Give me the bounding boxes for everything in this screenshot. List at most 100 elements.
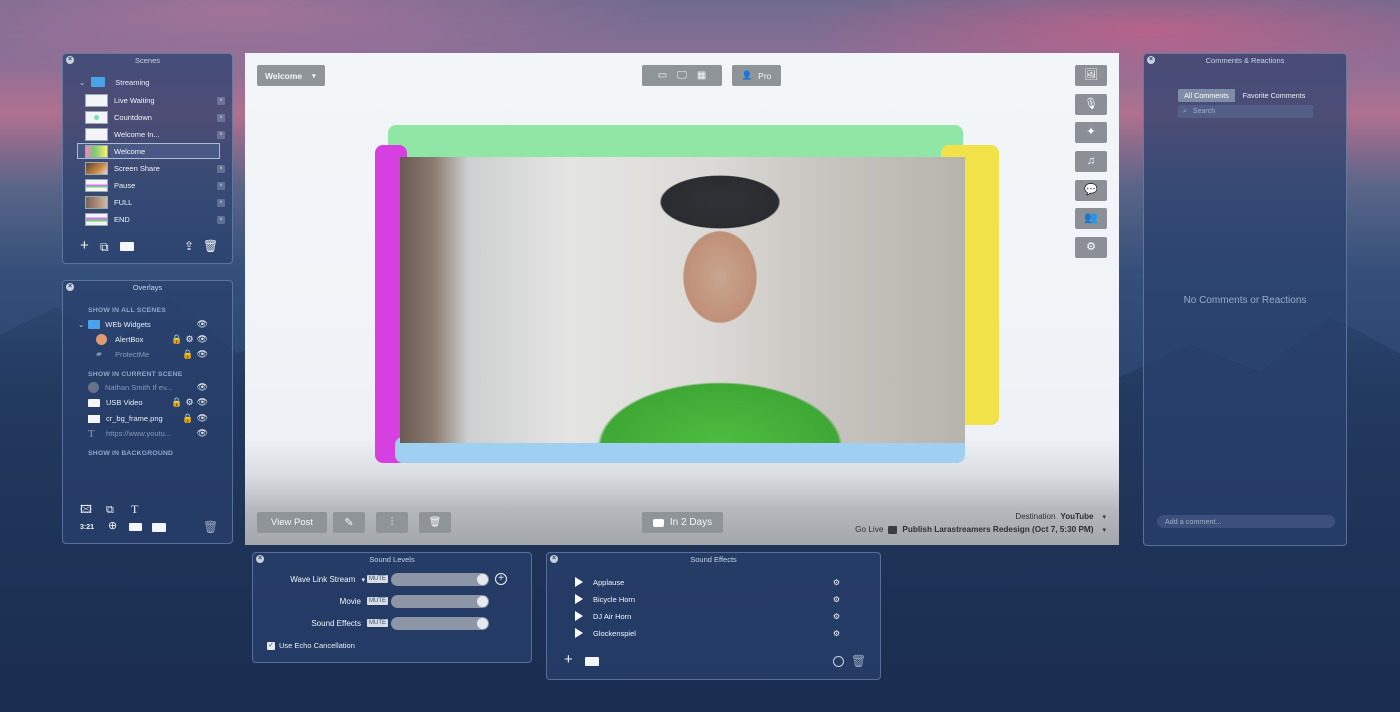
scene-item[interactable]: END × <box>85 212 225 227</box>
scene-select-dropdown[interactable]: Welcome ▾ <box>257 65 325 86</box>
add-sound-icon[interactable]: + <box>564 652 573 667</box>
trash-icon[interactable]: 🗑 <box>203 521 218 533</box>
gear-icon[interactable]: ⚙ <box>833 629 840 638</box>
close-icon[interactable]: × <box>550 555 558 563</box>
eye-icon[interactable]: 👁 <box>197 349 208 360</box>
slider-knob[interactable] <box>477 595 488 607</box>
add-folder-icon[interactable] <box>120 242 134 251</box>
scene-item[interactable]: Welcome In... × <box>85 127 225 142</box>
tab-all-comments[interactable]: All Comments <box>1178 89 1235 102</box>
destination-selector[interactable]: Destination YouTube ▾ <box>1015 512 1106 521</box>
tab-favorite-comments[interactable]: Favorite Comments <box>1235 89 1313 102</box>
sound-effect-item[interactable]: Applause ⚙ <box>575 575 840 589</box>
title-image-tool-icon[interactable]: 🖼 <box>1075 65 1107 86</box>
lock-icon[interactable]: 🔒 <box>182 413 193 424</box>
scene-item[interactable]: Countdown × <box>85 110 225 125</box>
add-scene-icon[interactable]: + <box>80 238 89 253</box>
volume-slider[interactable] <box>391 616 489 630</box>
comments-search[interactable]: ⌕ Search <box>1178 105 1313 118</box>
play-icon[interactable] <box>575 577 583 587</box>
edit-icon[interactable]: ✎ <box>333 512 365 533</box>
audio-mixer-icon[interactable]: 🎙 <box>1075 94 1107 115</box>
mute-button[interactable]: MUTE <box>367 619 388 627</box>
slider-knob[interactable] <box>477 573 488 585</box>
guests-icon[interactable]: 👥 <box>1075 208 1107 229</box>
share-icon[interactable]: ⇪ <box>184 240 194 252</box>
eye-icon[interactable]: 👁 <box>197 413 208 424</box>
overlay-item[interactable]: T https://www.youtu... <box>88 427 171 440</box>
add-source-icon[interactable]: + <box>495 573 507 585</box>
eye-icon[interactable]: 👁 <box>197 319 208 330</box>
go-live-selector[interactable]: Go Live Publish Larastreamers Redesign (… <box>855 525 1106 534</box>
scene-item[interactable]: Screen Share × <box>85 161 225 176</box>
gear-icon[interactable]: ⚙ <box>833 595 840 604</box>
view-post-button[interactable]: View Post <box>257 512 327 533</box>
close-icon[interactable]: × <box>1147 56 1155 64</box>
scene-remove-icon[interactable]: × <box>217 215 225 224</box>
add-folder-icon[interactable] <box>152 523 166 532</box>
scene-item[interactable]: Pause × <box>85 178 225 193</box>
chevron-down-icon[interactable]: ⌄ <box>78 320 84 329</box>
ratio-label[interactable]: 3:21 <box>80 522 94 534</box>
add-camera-icon[interactable] <box>129 523 142 531</box>
close-icon[interactable]: × <box>66 283 74 291</box>
play-icon[interactable] <box>575 594 583 604</box>
scene-item[interactable]: FULL × <box>85 195 225 210</box>
eye-icon[interactable]: 👁 <box>197 334 208 345</box>
echo-cancellation-toggle[interactable]: ✓ Use Echo Cancellation <box>267 641 355 650</box>
play-icon[interactable] <box>575 611 583 621</box>
add-comment-input[interactable]: Add a comment... <box>1157 515 1335 528</box>
lock-icon[interactable]: 🔒 <box>182 349 193 360</box>
chevron-down-icon[interactable]: ⌄ <box>79 78 85 87</box>
overlay-item[interactable]: cr_bg_frame.png <box>88 412 163 425</box>
duplicate-scene-icon[interactable]: ⧉ <box>100 241 109 253</box>
music-playlist-icon[interactable]: ♫ <box>1075 151 1107 172</box>
gear-icon[interactable]: ⚙ <box>833 612 840 621</box>
volume-slider[interactable] <box>391 594 489 608</box>
gear-icon[interactable]: ⚙ <box>185 397 193 408</box>
overlay-item[interactable]: Nathan Smith If ev... <box>88 381 172 394</box>
gear-icon[interactable]: ⚙ <box>185 334 193 345</box>
add-text-icon[interactable]: T <box>131 503 138 515</box>
scene-remove-icon[interactable]: × <box>217 130 225 139</box>
overlay-folder[interactable]: ⌄ WEb Widgets <box>78 318 151 331</box>
monitor-view-icon[interactable]: 🖵 <box>677 70 687 81</box>
scenes-folder[interactable]: ⌄ Streaming <box>79 77 149 87</box>
stop-icon[interactable] <box>833 656 844 667</box>
scene-remove-icon[interactable]: × <box>217 164 225 173</box>
add-image-icon[interactable]: 🖾 <box>80 504 92 516</box>
sound-effect-item[interactable]: Glockenspiel ⚙ <box>575 626 840 640</box>
schedule-button[interactable]: In 2 Days <box>642 512 723 533</box>
lock-icon[interactable]: 🔒 <box>171 334 182 345</box>
gear-icon[interactable]: ⚙ <box>833 578 840 587</box>
scene-item[interactable]: Live Waiting × <box>85 93 225 108</box>
trash-icon[interactable]: 🗑 <box>203 240 218 252</box>
eye-icon[interactable]: 👁 <box>197 397 208 408</box>
source-dropdown[interactable]: Wave Link Stream ▾ <box>253 575 367 584</box>
scene-remove-icon[interactable]: × <box>217 198 225 207</box>
trash-icon[interactable]: 🗑 <box>851 655 866 667</box>
close-icon[interactable]: × <box>66 56 74 64</box>
close-icon[interactable]: × <box>256 555 264 563</box>
volume-slider[interactable] <box>391 572 489 586</box>
add-web-icon[interactable]: ⊕ <box>108 520 117 532</box>
magic-wand-icon[interactable]: ✦ <box>1075 122 1107 143</box>
camera-view-icon[interactable]: ▭ <box>658 70 667 81</box>
play-icon[interactable] <box>575 628 583 638</box>
overlay-item[interactable]: AlertBox <box>96 333 143 346</box>
eye-icon[interactable]: 👁 <box>197 382 208 393</box>
comment-icon[interactable]: 💬 <box>1075 180 1107 201</box>
checkbox-icon[interactable]: ✓ <box>267 641 275 650</box>
settings-sliders-icon[interactable]: ⫶ <box>376 512 408 533</box>
pro-button[interactable]: 👤 Pro <box>732 65 781 86</box>
eye-icon[interactable]: 👁 <box>197 428 208 439</box>
add-folder-icon[interactable] <box>585 657 599 666</box>
multiview-icon[interactable]: ▦ <box>697 70 706 81</box>
slider-knob[interactable] <box>477 617 488 629</box>
scene-remove-icon[interactable]: × <box>217 96 225 105</box>
trash-icon[interactable]: 🗑 <box>419 512 451 533</box>
lock-icon[interactable]: 🔒 <box>171 397 182 408</box>
overlay-item[interactable]: ▰ ProtectMe <box>96 348 149 361</box>
sound-effect-item[interactable]: Bicycle Horn ⚙ <box>575 592 840 606</box>
scene-remove-icon[interactable]: × <box>217 113 225 122</box>
